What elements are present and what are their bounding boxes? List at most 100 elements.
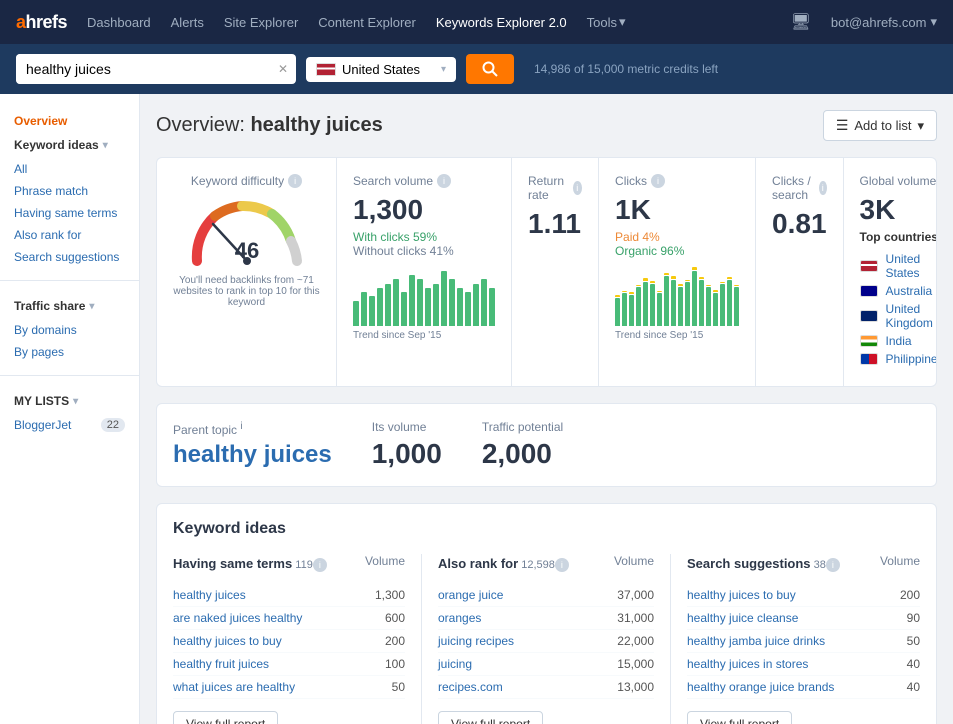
keyword-link[interactable]: healthy juices in stores xyxy=(687,657,808,671)
clicks-bar-col xyxy=(643,266,648,326)
clicks-bar-col xyxy=(650,266,655,326)
keyword-link[interactable]: healthy juice cleanse xyxy=(687,611,798,625)
sv-without-clicks: Without clicks 41% xyxy=(353,244,495,258)
nav-tools[interactable]: Tools ▾ xyxy=(587,14,626,30)
keyword-col-info-icon[interactable]: i xyxy=(555,558,569,572)
parent-volume-value: 1,000 xyxy=(372,438,442,470)
clicks-organic-bar xyxy=(657,293,662,326)
clicks-bar-col xyxy=(699,266,704,326)
clicks-organic-bar xyxy=(720,284,725,326)
sv-bar xyxy=(393,279,399,326)
nav-content-explorer[interactable]: Content Explorer xyxy=(318,15,416,30)
country-name[interactable]: Australia xyxy=(886,284,937,298)
clicks-paid-bar xyxy=(678,284,683,286)
parent-topic-value[interactable]: healthy juices xyxy=(173,441,332,469)
keyword-link[interactable]: healthy fruit juices xyxy=(173,657,269,671)
clicks-bar-col xyxy=(734,266,739,326)
keyword-link[interactable]: juicing xyxy=(438,657,472,671)
keyword-link[interactable]: what juices are healthy xyxy=(173,680,295,694)
flag-ph-icon xyxy=(860,353,878,365)
keyword-link[interactable]: healthy juices to buy xyxy=(173,634,282,648)
keyword-link[interactable]: juicing recipes xyxy=(438,634,514,648)
sidebar-item-traffic-share[interactable]: Traffic share ▾ xyxy=(0,293,139,319)
cps-info-icon[interactable]: i xyxy=(819,181,827,195)
cps-value: 0.81 xyxy=(772,210,827,238)
keyword-vol-header: Volume xyxy=(880,554,920,568)
clicks-paid-bar xyxy=(622,291,627,292)
keyword-link[interactable]: healthy orange juice brands xyxy=(687,680,834,694)
keyword-vol-val: 1,300 xyxy=(355,588,405,602)
keyword-link[interactable]: healthy juices to buy xyxy=(687,588,796,602)
sidebar-item-also-rank[interactable]: Also rank for xyxy=(0,224,139,246)
search-bar: ✕ United States ▾ 14,986 of 15,000 metri… xyxy=(0,44,953,94)
keyword-link[interactable]: oranges xyxy=(438,611,481,625)
nav-dashboard[interactable]: Dashboard xyxy=(87,15,151,30)
search-volume-card: Search volume i 1,300 With clicks 59% Wi… xyxy=(337,158,512,386)
keyword-vol-val: 90 xyxy=(870,611,920,625)
parent-topic-info-icon[interactable]: i xyxy=(240,421,242,432)
clear-search-icon[interactable]: ✕ xyxy=(270,56,296,82)
rr-value: 1.11 xyxy=(528,210,582,238)
keyword-col-title-wrap: Having same terms 119i xyxy=(173,556,327,572)
keyword-col-info-icon[interactable]: i xyxy=(313,558,327,572)
keyword-row: what juices are healthy50 xyxy=(173,676,405,699)
top-nav: ahrefs Dashboard Alerts Site Explorer Co… xyxy=(0,0,953,44)
us-flag-icon xyxy=(316,63,336,76)
clicks-info-icon[interactable]: i xyxy=(651,174,665,188)
add-to-list-button[interactable]: ☰ Add to list ▾ xyxy=(823,110,937,141)
country-name[interactable]: India xyxy=(886,334,937,348)
sidebar-item-overview[interactable]: Overview xyxy=(0,110,139,132)
clicks-paid-bar xyxy=(650,281,655,283)
nav-site-explorer[interactable]: Site Explorer xyxy=(224,15,298,30)
search-input[interactable] xyxy=(16,54,270,84)
country-name[interactable]: United States xyxy=(886,252,937,280)
add-list-chevron-icon: ▾ xyxy=(917,118,924,134)
country-name[interactable]: Philippines xyxy=(886,352,937,366)
country-select[interactable]: United States ▾ xyxy=(306,57,456,82)
clicks-value: 1K xyxy=(615,196,739,224)
keyword-link[interactable]: healthy juices xyxy=(173,588,246,602)
keyword-col-info-icon[interactable]: i xyxy=(826,558,840,572)
search-button[interactable] xyxy=(466,54,514,84)
clicks-paid-bar xyxy=(706,285,711,286)
sidebar: Overview Keyword ideas ▾ All Phrase matc… xyxy=(0,94,140,724)
sv-info-icon[interactable]: i xyxy=(437,174,451,188)
user-menu[interactable]: bot@ahrefs.com ▾ xyxy=(831,14,937,30)
keyword-link[interactable]: healthy jamba juice drinks xyxy=(687,634,825,648)
clicks-paid-bar xyxy=(692,267,697,270)
sv-bar xyxy=(401,292,407,326)
rr-label: Return rate i xyxy=(528,174,582,202)
sidebar-item-all[interactable]: All xyxy=(0,158,139,180)
keyword-row: healthy fruit juices100 xyxy=(173,653,405,676)
clicks-bar-col xyxy=(692,266,697,326)
keyword-col-header: Having same terms 119iVolume xyxy=(173,554,405,574)
keyword-row: healthy juices to buy 200 xyxy=(687,584,920,607)
sidebar-item-keyword-ideas[interactable]: Keyword ideas ▾ xyxy=(0,132,139,158)
sidebar-item-bloggerjet[interactable]: BloggerJet 22 xyxy=(0,414,139,436)
parent-traffic-value: 2,000 xyxy=(482,438,563,470)
nav-keywords-explorer[interactable]: Keywords Explorer 2.0 xyxy=(436,15,567,30)
keyword-link[interactable]: recipes.com xyxy=(438,680,503,694)
clicks-organic-bar xyxy=(699,280,704,326)
clicks-organic-bar xyxy=(622,293,627,326)
rr-info-icon[interactable]: i xyxy=(573,181,582,195)
sidebar-my-lists[interactable]: MY LISTS ▾ xyxy=(0,388,139,414)
keyword-link[interactable]: are naked juices healthy xyxy=(173,611,302,625)
kd-info-icon[interactable]: i xyxy=(288,174,302,188)
country-name[interactable]: United Kingdom xyxy=(886,302,937,330)
country-row: Australia45014% xyxy=(860,284,937,298)
keyword-vol-val: 200 xyxy=(870,588,920,602)
sidebar-item-phrase-match[interactable]: Phrase match xyxy=(0,180,139,202)
sidebar-item-by-domains[interactable]: By domains xyxy=(0,319,139,341)
keyword-row: juicing15,000 xyxy=(438,653,654,676)
sidebar-item-by-pages[interactable]: By pages xyxy=(0,341,139,363)
sidebar-item-same-terms[interactable]: Having same terms xyxy=(0,202,139,224)
monitor-icon[interactable]: 🖥 xyxy=(791,12,811,32)
clicks-bar-col xyxy=(685,266,690,326)
page-header: Overview: healthy juices ☰ Add to list ▾ xyxy=(156,110,937,141)
country-row: Philippines2006% xyxy=(860,352,937,366)
sidebar-item-search-suggestions[interactable]: Search suggestions xyxy=(0,246,139,268)
keyword-link[interactable]: orange juice xyxy=(438,588,503,602)
nav-alerts[interactable]: Alerts xyxy=(171,15,204,30)
country-row: United States1,30041% xyxy=(860,252,937,280)
